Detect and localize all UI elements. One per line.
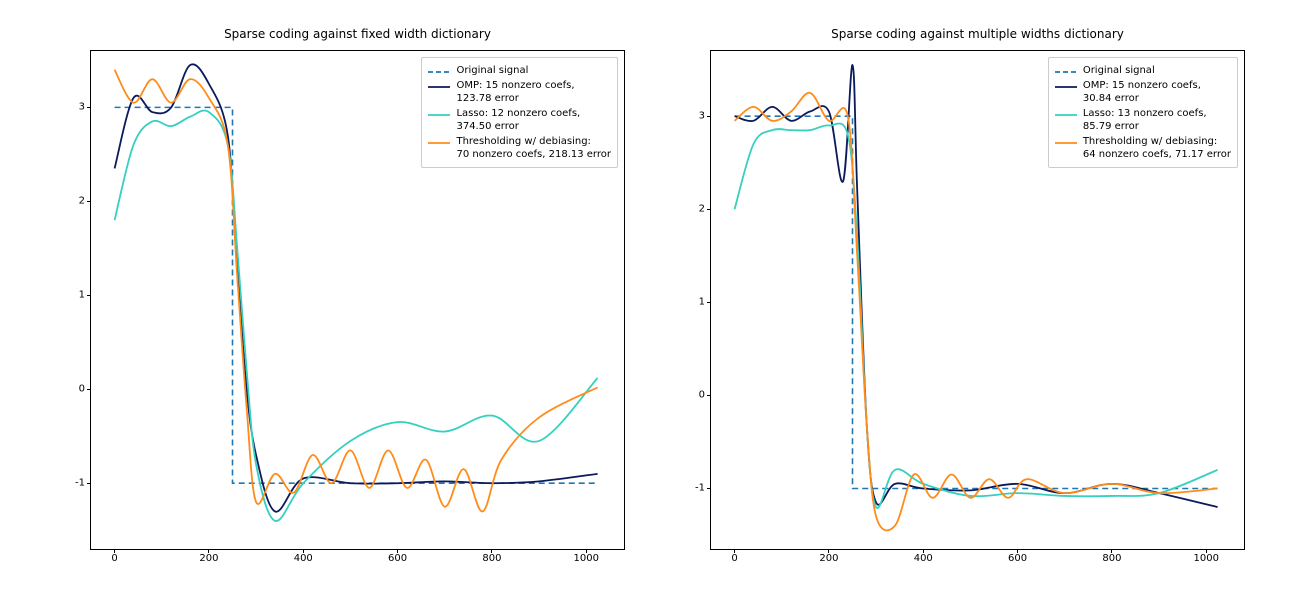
y-tick-label: 1 [699,297,705,308]
y-tick-label: 0 [79,384,85,395]
y-tick [707,395,711,396]
left-legend: Original signal OMP: 15 nonzero coefs, 12… [421,57,618,168]
legend-swatch [1055,67,1077,77]
y-tick [87,483,91,484]
legend-row: Lasso: 12 nonzero coefs, 374.50 error [428,107,611,133]
right-legend: Original signal OMP: 15 nonzero coefs, 30… [1048,57,1238,168]
legend-label: OMP: 15 nonzero coefs, 30.84 error [1083,79,1201,105]
y-tick-label: 3 [79,102,85,113]
y-tick-label: 2 [79,196,85,207]
y-tick [87,107,91,108]
figure: Sparse coding against fixed width dictio… [0,0,1300,600]
legend-row: OMP: 15 nonzero coefs, 123.78 error [428,79,611,105]
left-axes: Sparse coding against fixed width dictio… [90,50,625,550]
legend-row: Thresholding w/ debiasing: 70 nonzero co… [428,135,611,161]
legend-label: Original signal [1083,64,1155,77]
legend-swatch [1055,138,1077,148]
x-tick-label: 400 [294,553,313,564]
y-tick [707,488,711,489]
y-tick [87,389,91,390]
legend-row: Lasso: 13 nonzero coefs, 85.79 error [1055,107,1231,133]
x-tick-label: 600 [388,553,407,564]
legend-row: Thresholding w/ debiasing: 64 nonzero co… [1055,135,1231,161]
y-tick [707,116,711,117]
legend-swatch [1055,82,1077,92]
y-tick-label: 2 [699,204,705,215]
x-tick-label: 200 [199,553,218,564]
y-tick [87,201,91,202]
x-tick-label: 0 [731,553,737,564]
legend-label: Lasso: 12 nonzero coefs, 374.50 error [456,107,580,133]
legend-label: Thresholding w/ debiasing: 64 nonzero co… [1083,135,1231,161]
x-tick-label: 1000 [1194,553,1219,564]
y-tick-label: -1 [695,483,705,494]
y-tick-label: -1 [75,478,85,489]
legend-label: OMP: 15 nonzero coefs, 123.78 error [456,79,574,105]
right-axes: Sparse coding against multiple widths di… [710,50,1245,550]
y-tick-label: 0 [699,390,705,401]
y-tick [707,209,711,210]
x-tick-label: 0 [111,553,117,564]
legend-label: Lasso: 13 nonzero coefs, 85.79 error [1083,107,1207,133]
y-tick [707,302,711,303]
legend-swatch [428,67,450,77]
series-lasso [735,123,1218,508]
x-tick-label: 800 [1102,553,1121,564]
x-tick-label: 200 [819,553,838,564]
legend-swatch [1055,110,1077,120]
legend-label: Original signal [456,64,528,77]
legend-label: Thresholding w/ debiasing: 70 nonzero co… [456,135,611,161]
left-title: Sparse coding against fixed width dictio… [91,27,624,41]
y-tick-label: 1 [79,290,85,301]
x-tick-label: 1000 [574,553,599,564]
series-original-signal [735,116,1218,488]
y-tick [87,295,91,296]
x-tick-label: 400 [914,553,933,564]
legend-swatch [428,110,450,120]
legend-swatch [428,82,450,92]
legend-row: Original signal [1055,64,1231,77]
x-tick-label: 600 [1008,553,1027,564]
legend-row: Original signal [428,64,611,77]
y-tick-label: 3 [699,111,705,122]
right-title: Sparse coding against multiple widths di… [711,27,1244,41]
legend-row: OMP: 15 nonzero coefs, 30.84 error [1055,79,1231,105]
legend-swatch [428,138,450,148]
x-tick-label: 800 [482,553,501,564]
